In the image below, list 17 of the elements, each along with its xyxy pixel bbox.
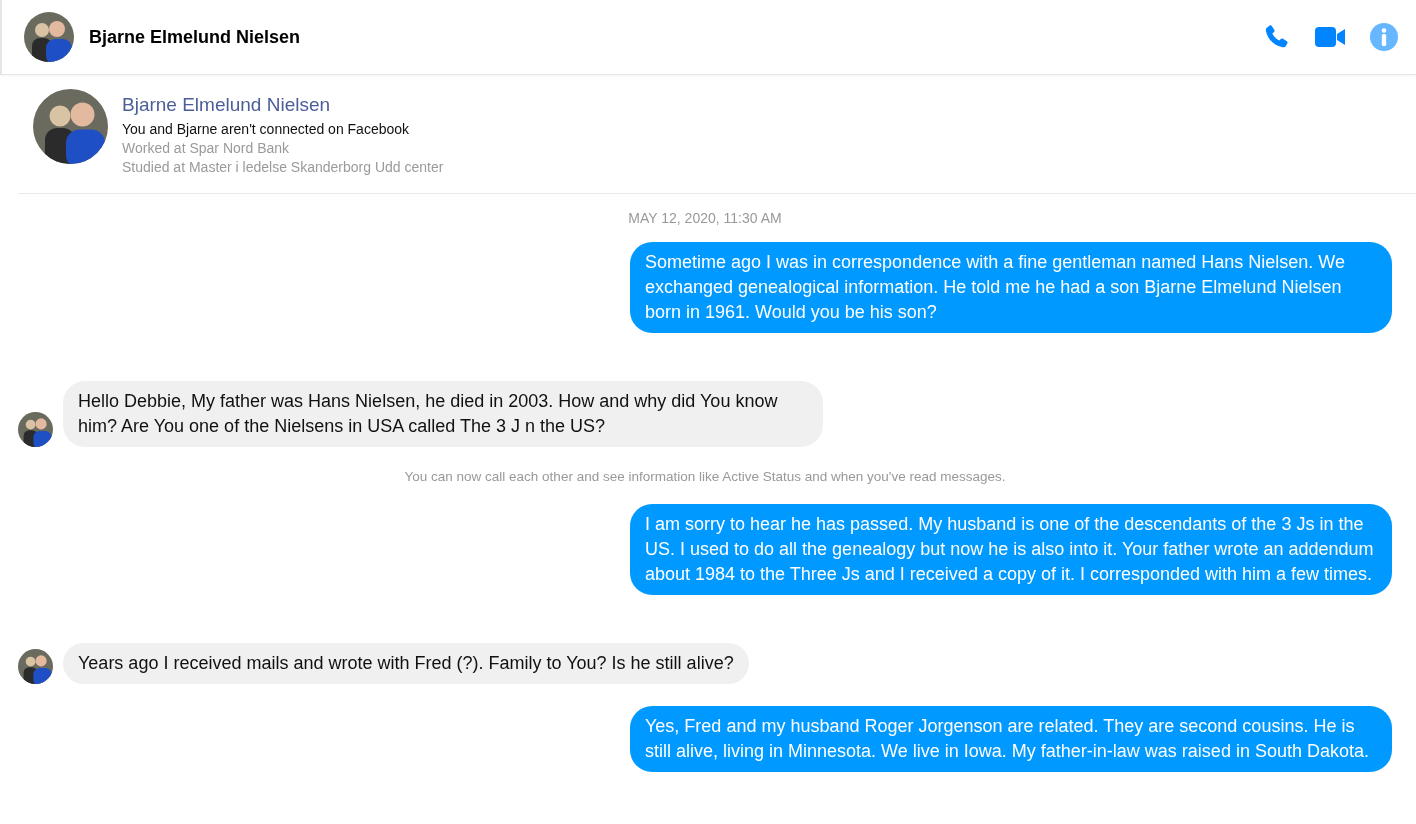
sent-message-bubble: Yes, Fred and my husband Roger Jorgenson are related. They are second cousins. He is still alive, living in Minnesota. We live in Iowa. My father-in-law was raised in South Dakota.: [630, 706, 1392, 772]
profile-name[interactable]: Bjarne Elmelund Nielsen: [122, 93, 444, 117]
sender-avatar: [18, 649, 53, 684]
connection-status: You and Bjarne aren't connected on Facebook: [122, 120, 411, 139]
profile-detail: Worked at Spar Nord Bank: [122, 139, 291, 158]
sent-message-bubble: I am sorry to hear he has passed. My husband is one of the descendants of the 3 Js in the US. I used to do all the genealogy but now he is also into it. Your father wrote an addendum about 1984 to the Three Js and I received a copy of it. I corresponded with him a few times.: [630, 504, 1392, 595]
system-notice: You can now call each other and see information like Active Status and when you've read messages.: [404, 469, 1006, 484]
received-message-bubble: Years ago I received mails and wrote with Fred (?). Family to You? Is he still alive?: [63, 643, 749, 684]
sender-avatar: [18, 412, 53, 447]
received-message-bubble: Hello Debbie, My father was Hans Nielsen, he died in 2003. How and why did You know him? Are You one of the Nielsens in USA called The 3 J n the US?: [63, 381, 823, 447]
sent-message-bubble: Sometime ago I was in correspondence with a fine gentleman named Hans Nielsen. We exchanged genealogical information. He told me he had a son Bjarne Elmelund Nielsen born in 1961. Would you be his son?: [630, 242, 1392, 333]
video-camera-icon[interactable]: [1314, 25, 1346, 49]
profile-detail: Studied at Master i ledelse Skanderborg Udd center: [122, 158, 444, 177]
contact-avatar: [24, 12, 74, 62]
message-timestamp: MAY 12, 2020, 11:30 AM: [628, 210, 782, 226]
info-icon[interactable]: [1370, 23, 1398, 51]
contact-name: Bjarne Elmelund Nielsen: [89, 26, 302, 48]
